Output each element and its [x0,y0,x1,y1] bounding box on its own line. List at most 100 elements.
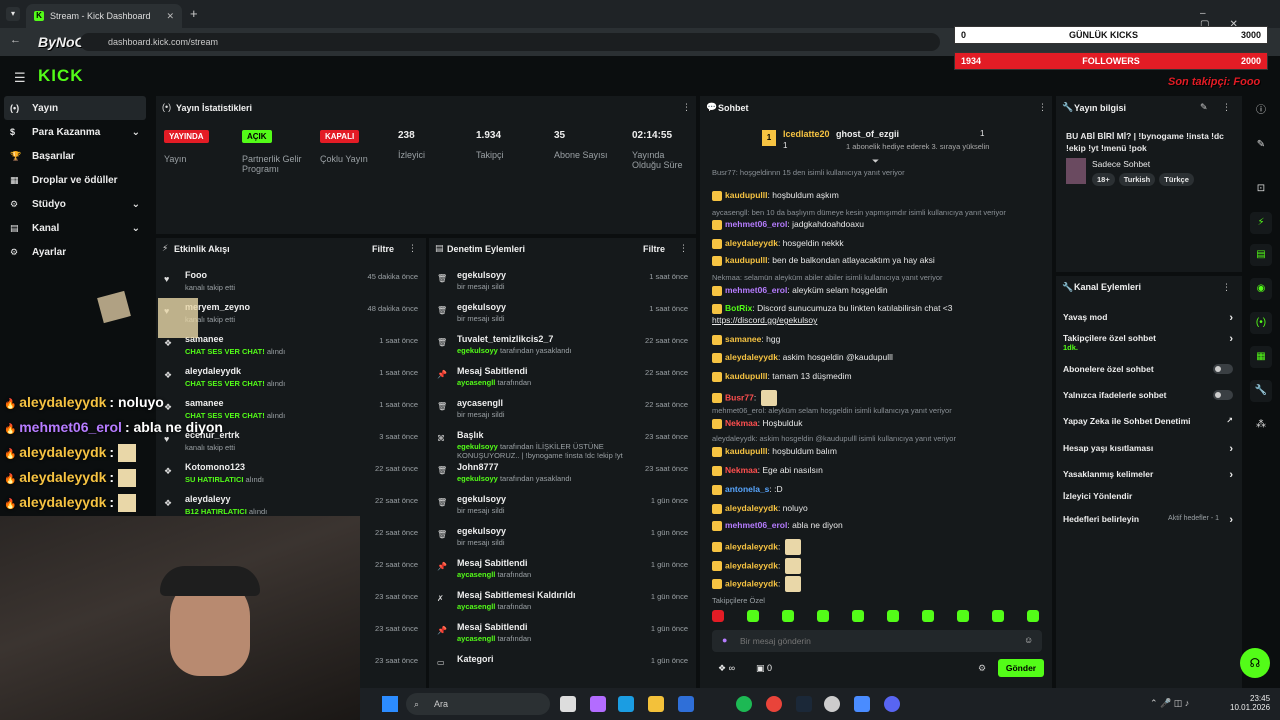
emote-button[interactable] [747,610,759,622]
bolt-icon[interactable]: ⚡ [1250,212,1272,234]
moderation-row[interactable]: 🗑 egekulsoyy bir mesajı sildi 1 saat önce [429,300,696,332]
chat-more-icon[interactable]: ⋮ [1038,102,1047,113]
chat-message[interactable]: Nekmaa: Hoşbulduk [712,418,803,429]
chat-input[interactable] [740,633,1020,649]
chat-settings-icon[interactable]: ⚙ [978,663,986,674]
chat-icon[interactable]: ◉ [1250,278,1272,300]
chat-message[interactable]: Busr77: [712,390,777,406]
kick-logo[interactable]: KICK [38,66,84,86]
top-gifter-name[interactable]: Icedlatte20 [783,129,830,139]
task-view-icon[interactable] [560,696,576,712]
chat-message[interactable]: BotRix: Discord sunucumuza bu linkten ka… [712,303,953,314]
emote-button[interactable] [712,610,724,622]
chat-username[interactable]: Nekmaa [725,465,758,475]
chat-username[interactable]: Nekmaa [725,418,758,428]
chat-username[interactable]: Busr77 [725,392,754,402]
file-explorer-icon[interactable] [648,696,664,712]
mail-icon[interactable] [678,696,694,712]
chat-username[interactable]: kaudupulll [725,371,768,381]
chevron-right-icon[interactable]: › [1229,469,1233,481]
chevron-down-icon[interactable]: ⌄ [132,223,140,234]
moderation-row[interactable]: ▭ Kategori 1 gün önce [429,652,696,684]
chat-username[interactable]: samanee [725,334,761,344]
info-more-icon[interactable]: ⋮ [1222,102,1231,113]
chat-message[interactable]: aleydaleyydk: [712,539,801,555]
channel-action-row[interactable]: Yasaklanmış kelimeler › [1063,469,1233,487]
emote-button[interactable] [1027,610,1039,622]
activity-filter-button[interactable]: Filtre [372,244,394,254]
emote-button[interactable] [992,610,1004,622]
emote-button[interactable] [887,610,899,622]
moderation-row[interactable]: 🗑 egekulsoyy bir mesajı sildi 1 gün önce [429,524,696,556]
pencil-icon[interactable]: ✎ [1250,134,1272,156]
browser-tab[interactable]: K Stream - Kick Dashboard ✕ [26,4,182,28]
send-button[interactable]: Gönder [998,659,1044,677]
toggle-switch[interactable] [1213,390,1233,400]
activity-row[interactable]: ♥ Fooo kanalı takip etti 45 dakika önce [156,268,426,300]
toggle-switch[interactable] [1213,364,1233,374]
channel-action-row[interactable]: Yapay Zeka ile Sohbet Denetimi ↗ [1063,416,1233,434]
wrench-icon[interactable]: 🔧 [1250,380,1272,402]
mic-icon[interactable]: ● [722,635,727,645]
moderation-row[interactable]: 🗑 John8777 egekulsoyy tarafından yasakland… [429,460,696,492]
channel-action-row[interactable]: Yavaş mod › [1063,312,1233,330]
close-tab-icon[interactable]: ✕ [166,11,174,22]
obs-icon[interactable] [824,696,840,712]
document-icon[interactable]: ▤ [1250,244,1272,266]
chat-message[interactable]: aleydaleyydk: hosgeldin nekkk [712,238,844,249]
chat-message[interactable]: mehmet06_erol: abla ne diyon [712,520,843,531]
back-icon[interactable]: ← [10,34,21,46]
moderation-more-icon[interactable]: ⋮ [679,243,688,254]
emote-button[interactable] [957,610,969,622]
moderation-row[interactable]: ⌘ Başlık egekulsoyy tarafından İLİŞKİLER Ü… [429,428,696,460]
chat-username[interactable]: mehmet06_erol [725,520,787,530]
collapse-icon[interactable]: ⏷ [872,156,879,167]
moderation-row[interactable]: ✗ Mesaj Sabitlemesi Kaldırıldı aycasengll … [429,588,696,620]
moderation-row[interactable]: 🗑 egekulsoyy bir mesajı sildi 1 gün önce [429,492,696,524]
app-icon[interactable] [854,696,870,712]
chat-username[interactable]: antonela_s [725,484,769,494]
moderation-row[interactable]: 🗑 aycasengll bir mesajı sildi 22 saat önce [429,396,696,428]
channel-action-row[interactable]: Yalnızca ifadelerle sohbet [1063,390,1233,408]
chat-username[interactable]: aleydaleyydk [725,503,778,513]
emote-button[interactable] [817,610,829,622]
chat-username[interactable]: kaudupulll [725,255,768,265]
chat-username[interactable]: aleydaleyydk [725,352,778,362]
chevron-right-icon[interactable]: › [1229,443,1233,455]
tray-icons[interactable]: ⌃ 🎤 ◫ ♪ [1150,698,1189,709]
sidebar-item-st-dyo[interactable]: ⚙ Stüdyo ⌄ [0,192,150,216]
channel-action-row[interactable]: İzleyici Yönlendir [1063,491,1233,509]
chevron-right-icon[interactable]: › [1229,312,1233,324]
emote-button[interactable] [852,610,864,622]
taskbar-search[interactable]: ⌕ Ara [406,693,550,715]
points-icon[interactable]: ❖ ∞ [718,663,735,674]
chat-message[interactable]: mehmet06_erol: jadgkahdoahdoaxu [712,219,864,230]
chevron-right-icon[interactable]: › [1229,514,1233,526]
chat-username[interactable]: kaudupulll [725,446,768,456]
chat-username[interactable]: aleydaleyydk [725,541,778,551]
moderation-row[interactable]: 🗑 egekulsoyy bir mesajı sildi 1 saat önce [429,268,696,300]
chrome-icon[interactable] [766,696,782,712]
menu-icon[interactable]: ☰ [14,70,26,86]
activity-more-icon[interactable]: ⋮ [408,243,417,254]
activity-row[interactable]: ❖ Kotomono123 SU HATIRLATICI alındı 22 saat… [156,460,426,492]
chat-username[interactable]: aleydaleyydk [725,238,778,248]
broadcast-icon[interactable]: (•) [1250,312,1272,334]
edit-icon[interactable]: ✎ [1200,102,1208,113]
emote-button[interactable] [922,610,934,622]
chat-username[interactable]: mehmet06_erol [725,285,787,295]
chat-message[interactable]: aleydaleyydk: askim hosgeldin @kaudupull… [712,352,893,363]
emote-button[interactable] [782,610,794,622]
tab-list-chevron-icon[interactable]: ▾ [6,7,20,21]
sidebar-item-ayarlar[interactable]: ⚙ Ayarlar [0,240,150,264]
chat-message[interactable]: aleydaleyydk: [712,558,801,574]
chat-message[interactable]: kaudupulll: tamam 13 düşmedim [712,371,852,382]
chat-message[interactable]: kaudupulll: hoşbuldum balım [712,446,837,457]
url-field[interactable]: dashboard.kick.com/stream [80,33,940,51]
chat-message[interactable]: kaudupulll: ben de balkondan atlayacaktı… [712,255,935,266]
edge-icon[interactable] [618,696,634,712]
chat-message[interactable]: kaudupulll: hoşbuldum aşkım [712,190,839,201]
moderation-filter-button[interactable]: Filtre [643,244,665,254]
focus-icon[interactable]: ⊡ [1250,178,1272,200]
chat-username[interactable]: aleydaleyydk [725,578,778,588]
